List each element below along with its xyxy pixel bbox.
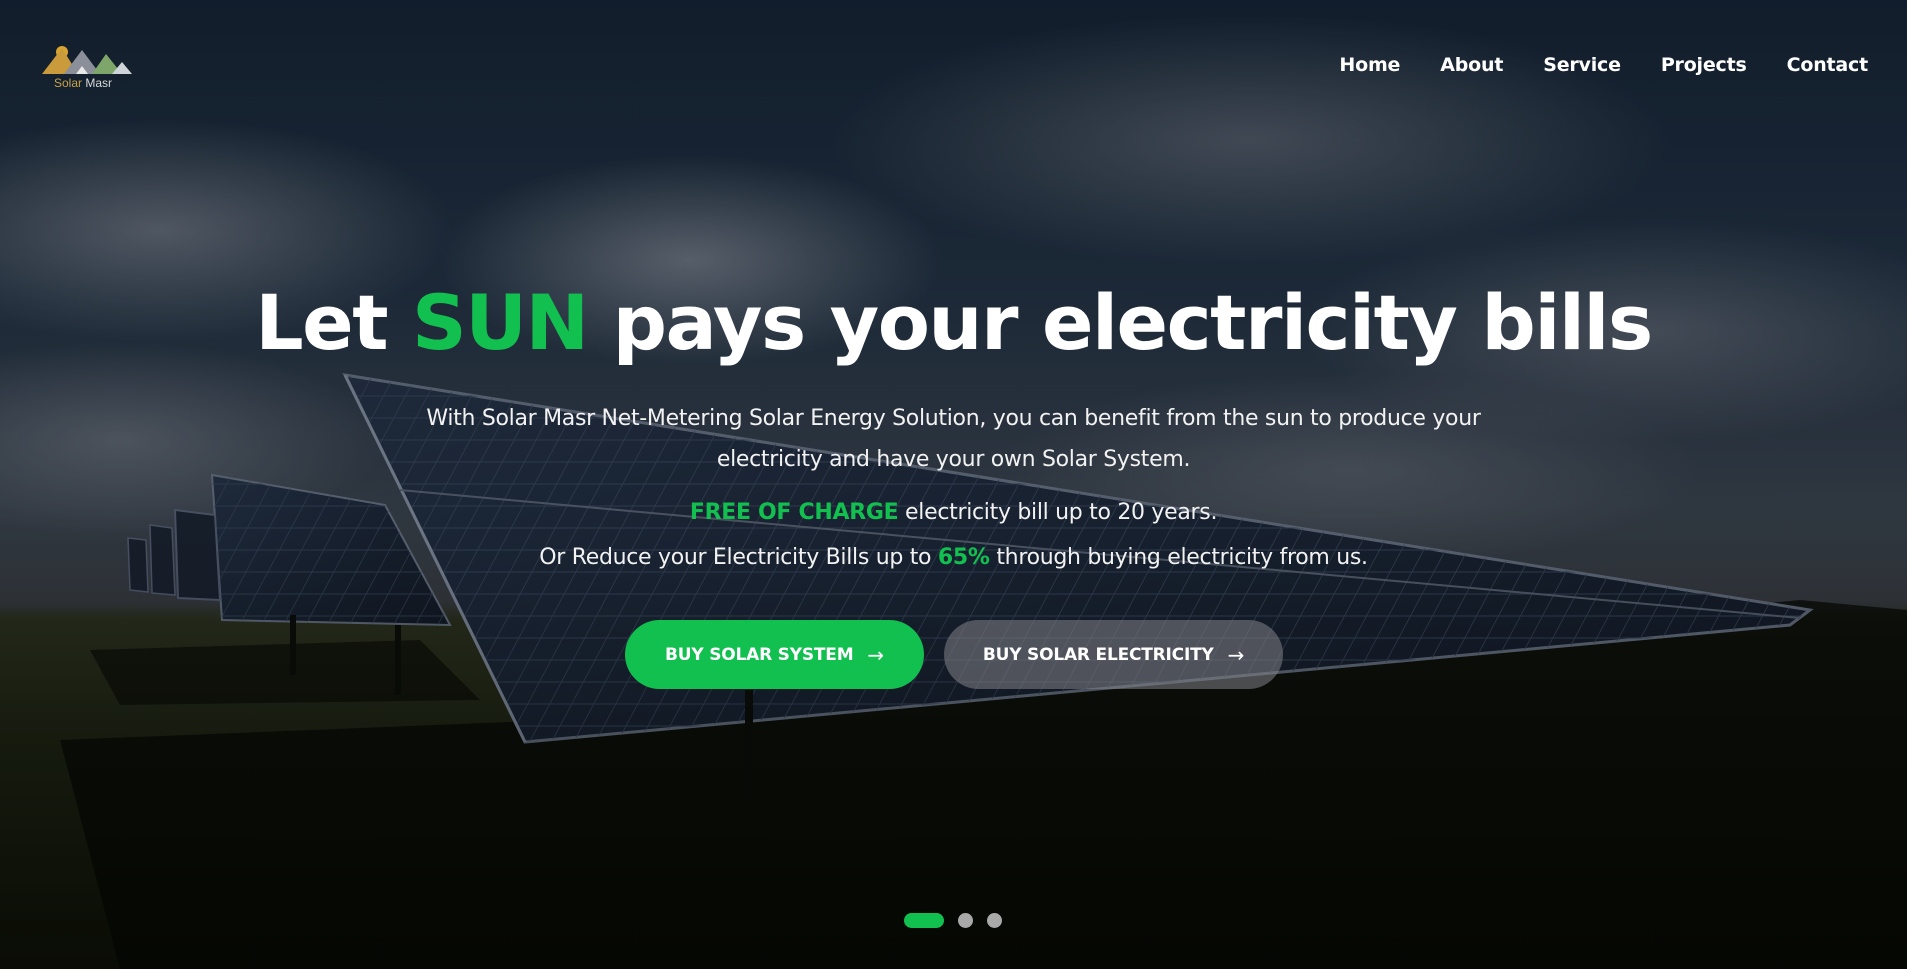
main-nav: Home About Service Projects Contact xyxy=(1339,54,1868,76)
reduce-bills-post: through buying electricity from us. xyxy=(996,545,1368,570)
buy-solar-system-label: BUY SOLAR SYSTEM xyxy=(665,644,854,665)
site-header: Solar Masr Home About Service Projects C… xyxy=(0,0,1907,120)
nav-projects[interactable]: Projects xyxy=(1661,54,1747,76)
hero-headline: Let SUN pays your electricity bills xyxy=(0,278,1907,367)
brand-name-part-2: Masr xyxy=(85,76,113,90)
headline-pre: Let xyxy=(255,278,388,367)
hero-section: Solar Masr Home About Service Projects C… xyxy=(0,0,1907,969)
nav-about[interactable]: About xyxy=(1440,54,1503,76)
headline-post: pays your electricity bills xyxy=(612,278,1654,367)
hero-overlay xyxy=(0,0,1907,969)
nav-service[interactable]: Service xyxy=(1543,54,1621,76)
brand-name-part-1: Solar xyxy=(54,76,83,90)
nav-contact[interactable]: Contact xyxy=(1787,54,1869,76)
carousel-dot-1[interactable] xyxy=(904,913,944,928)
brand-name: Solar Masr xyxy=(54,76,112,90)
free-of-charge-text: FREE OF CHARGE xyxy=(689,500,899,525)
brand-logo[interactable]: Solar Masr xyxy=(42,38,134,94)
reduce-bills-line: Or Reduce your Electricity Bills up to 6… xyxy=(0,545,1907,570)
nav-home[interactable]: Home xyxy=(1339,54,1400,76)
carousel-indicators xyxy=(904,913,1002,928)
mountains-sun-icon xyxy=(42,46,132,74)
free-of-charge-rest: electricity bill up to 20 years. xyxy=(905,500,1218,525)
arrow-right-icon: → xyxy=(867,642,884,667)
buy-solar-electricity-label: BUY SOLAR ELECTRICITY xyxy=(982,644,1214,665)
reduce-bills-percent: 65% xyxy=(937,545,990,570)
free-of-charge-line: FREE OF CHARGE electricity bill up to 20… xyxy=(0,500,1907,525)
hero-subtitle: With Solar Masr Net-Metering Solar Energ… xyxy=(426,406,1481,472)
buy-solar-system-button[interactable]: BUY SOLAR SYSTEM → xyxy=(625,620,924,689)
reduce-bills-pre: Or Reduce your Electricity Bills up to xyxy=(539,545,932,570)
headline-accent: SUN xyxy=(412,278,589,367)
buy-solar-electricity-button[interactable]: BUY SOLAR ELECTRICITY → xyxy=(944,620,1283,689)
carousel-dot-3[interactable] xyxy=(987,913,1002,928)
carousel-dot-2[interactable] xyxy=(958,913,973,928)
arrow-right-icon: → xyxy=(1227,642,1245,667)
